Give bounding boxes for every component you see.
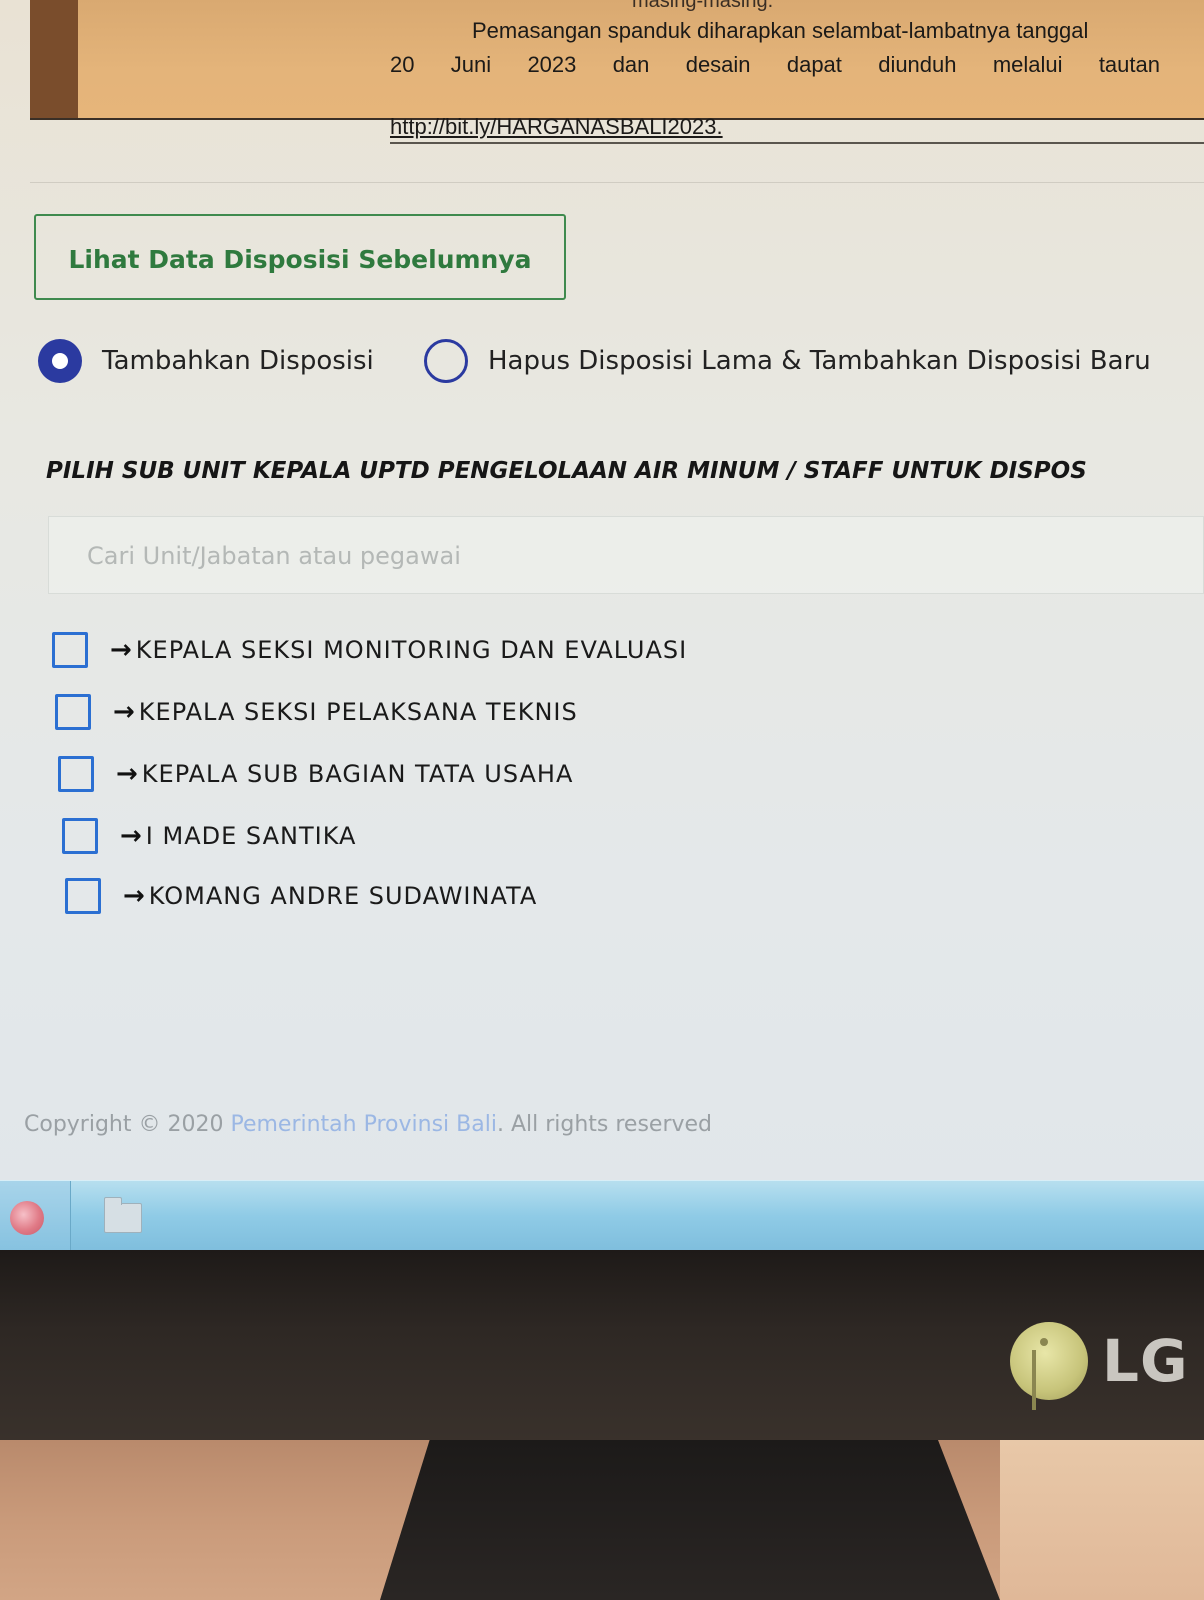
document-word: melalui [992,52,1063,77]
section-divider [30,182,1204,183]
checklist-item-label: KEPALA SUB BAGIAN TATA USAHA [141,760,574,788]
document-divider [390,142,1204,144]
copyright-footer: Copyright © 2020 Pemerintah Provinsi Bal… [24,1112,712,1137]
view-previous-disposition-button[interactable]: Lihat Data Disposisi Sebelumnya [34,214,566,300]
document-word: desain [685,52,751,77]
checkbox[interactable] [55,694,91,730]
checkbox[interactable] [52,632,88,668]
document-word: dan [612,52,650,77]
banner-design-link[interactable]: http://bit.ly/HARGANASBALI2023. [390,114,723,140]
checklist-item[interactable]: → I MADE SANTIKA [62,814,356,858]
document-text: masing-masing. Pemasangan spanduk dihara… [390,0,1160,82]
document-word: tautan [1098,52,1160,77]
document-side-bar [30,0,78,118]
document-word: diunduh [878,52,957,77]
document-line-1: Pemasangan spanduk diharapkan selambat-l… [472,18,1089,43]
checklist-item-label: KEPALA SEKSI PELAKSANA TEKNIS [138,698,578,726]
document-word: dapat [786,52,842,77]
checklist-item[interactable]: → KEPALA SEKSI PELAKSANA TEKNIS [55,690,578,734]
document-line-2: 20 Juni 2023 dan desain dapat diunduh me… [390,48,1160,82]
document-word: 2023 [527,52,577,77]
radio-add-disposition[interactable]: Tambahkan Disposisi [38,336,374,386]
document-word: Juni [450,52,492,77]
checklist-item-label: KEPALA SEKSI MONITORING DAN EVALUASI [135,636,688,664]
folder-icon[interactable] [104,1197,142,1233]
start-button[interactable] [0,1181,71,1251]
arrow-right-icon: → [113,697,135,727]
arrow-right-icon: → [110,635,132,665]
radio-label: Tambahkan Disposisi [102,346,374,376]
radio-unchecked-icon[interactable] [424,339,468,383]
checklist-item-label: I MADE SANTIKA [145,822,357,850]
taskbar [0,1180,1204,1251]
radio-replace-disposition[interactable]: Hapus Disposisi Lama & Tambahkan Disposi… [424,336,1151,386]
footer-suffix: . All rights reserved [496,1112,713,1137]
checkbox[interactable] [58,756,94,792]
brand-text: LG [1102,1327,1189,1395]
checklist-item[interactable]: → KEPALA SUB BAGIAN TATA USAHA [58,752,573,796]
monitor-stand [380,1440,1000,1600]
footer-prefix: Copyright © 2020 [24,1112,231,1137]
sub-unit-section-title: PILIH SUB UNIT KEPALA UPTD PENGELOLAAN A… [46,458,1087,484]
lg-logo-icon [1010,1322,1088,1400]
checklist-item[interactable]: → KOMANG ANDRE SUDAWINATA [65,874,537,918]
footer-org-link[interactable]: Pemerintah Provinsi Bali [230,1112,496,1137]
checkbox[interactable] [62,818,98,854]
arrow-right-icon: → [116,759,138,789]
monitor-screen: masing-masing. Pemasangan spanduk dihara… [0,0,1204,1262]
radio-checked-icon[interactable] [38,339,82,383]
brand-logo: LG [1010,1322,1189,1400]
arrow-right-icon: → [120,821,142,851]
checkbox[interactable] [65,878,101,914]
checklist-item[interactable]: → KEPALA SEKSI MONITORING DAN EVALUASI [52,628,687,672]
search-input[interactable] [85,535,1169,577]
document-line-partial: masing-masing. [632,0,774,12]
arrow-right-icon: → [123,881,145,911]
desk-highlight [1000,1440,1204,1600]
document-word: 20 [390,52,415,77]
search-field-container [48,516,1204,594]
radio-label: Hapus Disposisi Lama & Tambahkan Disposi… [488,346,1151,376]
start-orb-icon[interactable] [10,1201,44,1235]
checklist-item-label: KOMANG ANDRE SUDAWINATA [148,882,538,910]
